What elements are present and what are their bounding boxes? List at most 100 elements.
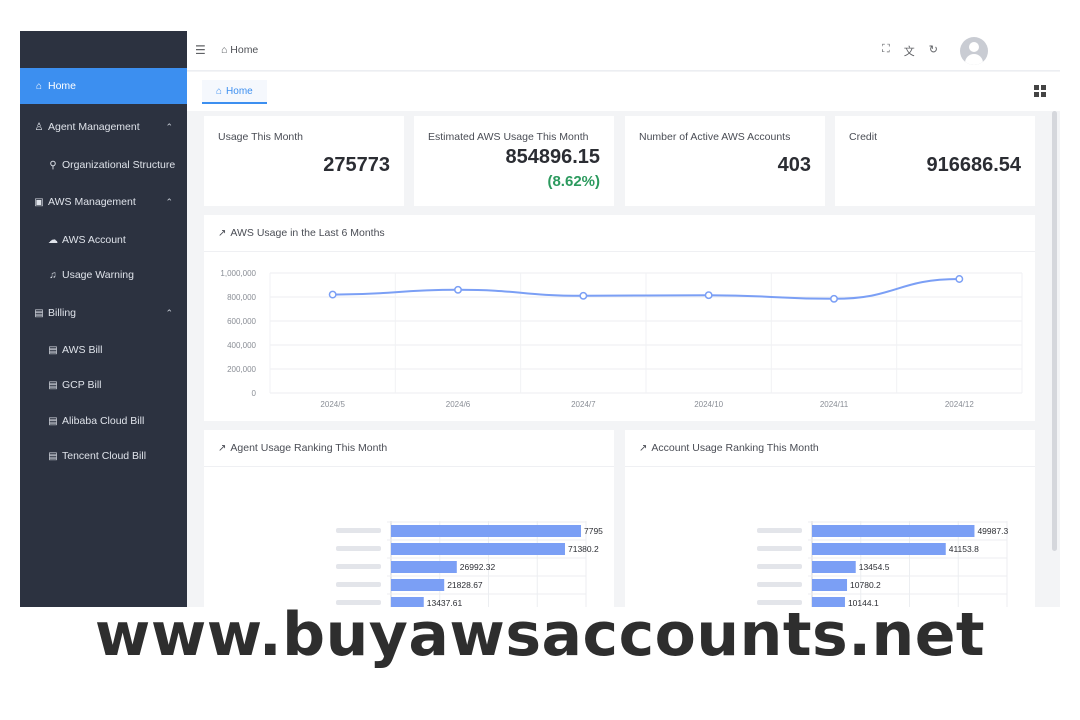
blurred-category-label <box>336 528 381 533</box>
blurred-category-label <box>336 582 381 587</box>
bar <box>391 561 457 573</box>
document-icon: ▤ <box>48 379 58 391</box>
bar-value-label: 49987.3 <box>977 526 1008 536</box>
sidebar-item-label: Usage Warning <box>62 269 134 281</box>
refresh-icon[interactable]: ↻ <box>929 43 938 59</box>
line-chart: 0 200,000 400,000 600,000 800,000 1,000,000 20… <box>220 269 1023 409</box>
sidebar-item-label: AWS Bill <box>62 344 103 356</box>
avatar[interactable] <box>960 37 988 65</box>
blurred-category-label <box>757 528 802 533</box>
sidebar-item-label: AWS Management <box>48 196 136 208</box>
bar-value-label: 10780.2 <box>850 580 881 590</box>
y-tick-label: 200,000 <box>227 365 256 374</box>
sidebar-item-tencent-cloud-bill[interactable]: ▤ Tencent Cloud Bill <box>20 438 187 474</box>
bar <box>812 579 848 591</box>
stat-card-usage-this-month: Usage This Month 275773 <box>204 116 404 206</box>
stat-label: Usage This Month <box>218 131 304 143</box>
document-icon: ▤ <box>48 415 58 427</box>
stat-card-credit: Credit 916686.54 <box>835 116 1035 206</box>
grid-menu-icon[interactable] <box>1034 85 1046 97</box>
y-tick-label: 1,000,000 <box>220 269 256 278</box>
sidebar-item-aws-account[interactable]: ☁ AWS Account <box>20 222 187 258</box>
sidebar-item-label: Agent Management <box>48 121 140 133</box>
tab-bar: ⌂ Home <box>187 72 1060 111</box>
data-point <box>579 291 588 300</box>
fullscreen-icon[interactable]: ⛶ <box>882 43 890 59</box>
y-tick-label: 0 <box>252 389 257 398</box>
y-tick-label: 400,000 <box>227 341 256 350</box>
chevron-up-icon[interactable]: ⌃ <box>165 197 173 208</box>
sidebar-item-billing[interactable]: ▤ Billing ⌃ <box>20 295 187 331</box>
scrollbar[interactable] <box>1052 111 1057 551</box>
cloud-icon: ☁ <box>48 234 58 246</box>
top-header: ☰ ⌂ Home ⛶ 文 ↻ <box>187 31 1060 71</box>
blurred-category-label <box>336 546 381 551</box>
sidebar-item-organizational-structure[interactable]: ⚲ Organizational Structure <box>20 147 187 183</box>
watermark-text: www.buyawsaccounts.net <box>94 600 986 670</box>
sidebar-item-usage-warning[interactable]: ♫ Usage Warning <box>20 257 187 293</box>
sidebar: ⌂ Home ♙ Agent Management ⌃ ⚲ Organizati… <box>20 31 187 607</box>
x-tick-label: 2024/5 <box>320 400 345 409</box>
sidebar-item-aws-bill[interactable]: ▤ AWS Bill <box>20 332 187 368</box>
stat-value: 854896.15 <box>505 146 600 168</box>
stat-label: Estimated AWS Usage This Month <box>428 131 589 143</box>
stat-change: (8.62%) <box>547 173 600 190</box>
breadcrumb[interactable]: ⌂ Home <box>221 44 258 56</box>
sidebar-item-alibaba-cloud-bill[interactable]: ▤ Alibaba Cloud Bill <box>20 403 187 439</box>
bar <box>391 543 565 555</box>
blurred-category-label <box>336 564 381 569</box>
document-icon: ▤ <box>34 307 44 319</box>
home-icon: ⌂ <box>216 85 223 97</box>
data-point <box>830 294 838 303</box>
x-tick-label: 2024/6 <box>446 400 471 409</box>
sidebar-item-gcp-bill[interactable]: ▤ GCP Bill <box>20 367 187 403</box>
x-tick-label: 2024/11 <box>820 400 849 409</box>
data-point <box>955 275 964 283</box>
bar <box>812 525 975 537</box>
server-icon: ▣ <box>34 196 44 208</box>
sidebar-item-label: Alibaba Cloud Bill <box>62 415 145 427</box>
bar-value-label: 41153.8 <box>949 544 979 554</box>
y-tick-label: 800,000 <box>227 293 256 302</box>
blurred-category-label <box>757 564 802 569</box>
bar <box>391 525 582 537</box>
x-tick-label: 2024/7 <box>571 400 596 409</box>
x-tick-label: 2024/10 <box>694 400 723 409</box>
breadcrumb-label: Home <box>230 44 259 56</box>
account-ranking-panel: ↗ Account Usage Ranking This Month 49987.… <box>625 430 1035 607</box>
bar-value-label: 7795 <box>584 526 603 536</box>
sidebar-item-label: AWS Account <box>62 234 126 246</box>
sidebar-item-label: Organizational Structure <box>62 159 176 171</box>
bar <box>391 579 445 591</box>
sidebar-item-label: Home <box>48 80 77 92</box>
menu-toggle-icon[interactable]: ☰ <box>195 43 206 57</box>
bar <box>812 543 946 555</box>
stat-label: Credit <box>849 131 878 143</box>
sidebar-item-label: GCP Bill <box>62 379 102 391</box>
users-icon: ♙ <box>34 121 44 133</box>
bar-value-label: 71380.2 <box>568 544 599 554</box>
usage-chart-panel: ↗ AWS Usage in the Last 6 Months 0 200,000… <box>204 215 1035 421</box>
sidebar-item-label: Tencent Cloud Bill <box>62 450 147 462</box>
sidebar-item-home[interactable]: ⌂ Home <box>20 68 187 104</box>
tab-home[interactable]: ⌂ Home <box>202 80 267 104</box>
stat-value: 275773 <box>323 154 390 176</box>
sidebar-item-label: Billing <box>48 307 77 319</box>
stat-label: Number of Active AWS Accounts <box>639 131 791 143</box>
sidebar-item-agent-management[interactable]: ♙ Agent Management ⌃ <box>20 109 187 145</box>
bar <box>812 561 856 573</box>
home-icon: ⌂ <box>221 44 228 56</box>
bar-value-label: 13454.5 <box>859 562 890 572</box>
sidebar-item-aws-management[interactable]: ▣ AWS Management ⌃ <box>20 184 187 220</box>
translate-icon[interactable]: 文 <box>904 43 915 59</box>
chevron-up-icon[interactable]: ⌃ <box>165 308 173 319</box>
data-point <box>454 285 462 294</box>
stat-card-active-aws-accounts: Number of Active AWS Accounts 403 <box>625 116 825 206</box>
stat-value: 403 <box>777 154 811 176</box>
dashboard-screenshot: ⌂ Home ♙ Agent Management ⌃ ⚲ Organizati… <box>20 31 1060 607</box>
chevron-up-icon[interactable]: ⌃ <box>165 122 173 133</box>
agent-bar-chart: 779571380.226992.3221828.6713437.61 <box>336 521 603 607</box>
blurred-category-label <box>757 546 802 551</box>
bell-icon: ♫ <box>49 269 57 281</box>
agent-ranking-panel: ↗ Agent Usage Ranking This Month 7795 7138… <box>204 430 614 607</box>
